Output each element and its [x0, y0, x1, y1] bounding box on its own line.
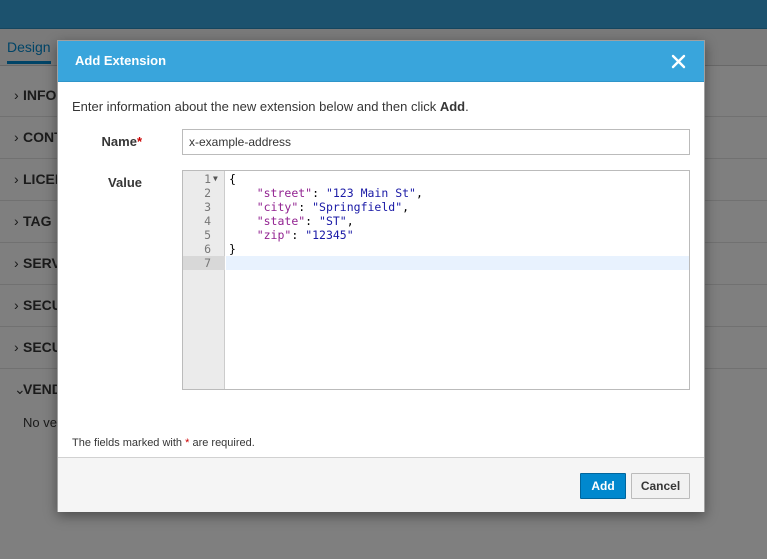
- fold-arrow-icon[interactable]: ▼: [213, 172, 218, 186]
- code-line: 6 }: [183, 242, 689, 256]
- line-number: 6: [204, 242, 211, 256]
- code-line: 4 "state": "ST",: [183, 214, 689, 228]
- value-code-editor[interactable]: 1 ▼ { 2 "street": "123 Main St", 3 "city…: [182, 170, 690, 390]
- dialog-title: Add Extension: [75, 53, 167, 68]
- required-fields-note: The fields marked with * are required.: [72, 437, 255, 449]
- code-line: 3 "city": "Springfield",: [183, 200, 689, 214]
- name-label: Name*: [101, 134, 142, 149]
- code-line: 5 "zip": "12345": [183, 228, 689, 242]
- line-number: 1: [204, 172, 211, 186]
- line-number: 7: [204, 256, 211, 270]
- line-number: 5: [204, 228, 211, 242]
- dialog-footer: Add Cancel: [58, 457, 704, 512]
- line-number: 3: [204, 200, 211, 214]
- add-button[interactable]: Add: [580, 473, 626, 499]
- line-number: 4: [204, 214, 211, 228]
- add-extension-dialog: Add Extension Enter information about th…: [57, 40, 705, 512]
- line-number: 2: [204, 186, 211, 200]
- value-label: Value: [108, 175, 142, 190]
- name-input[interactable]: [182, 129, 690, 155]
- close-icon[interactable]: [669, 49, 689, 73]
- dialog-instructions: Enter information about the new extensio…: [72, 99, 469, 114]
- required-asterisk: *: [136, 134, 142, 149]
- dialog-header: Add Extension: [58, 41, 704, 82]
- cancel-button[interactable]: Cancel: [631, 473, 690, 499]
- active-code-line: 7: [183, 256, 689, 270]
- code-line: 2 "street": "123 Main St",: [183, 186, 689, 200]
- code-line: 1 ▼ {: [183, 172, 689, 186]
